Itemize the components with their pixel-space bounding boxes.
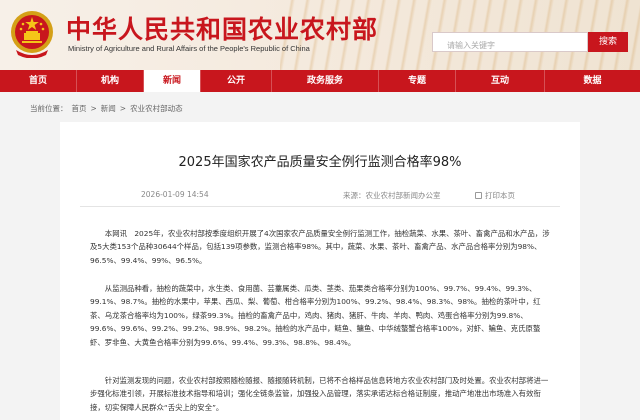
search-button[interactable]: 搜索: [588, 32, 628, 52]
nav-item-government-services[interactable]: 政务服务: [272, 70, 378, 92]
nav-item-news[interactable]: 新闻: [144, 70, 200, 92]
site-subtitle: Ministry of Agriculture and Rural Affair…: [68, 44, 310, 53]
publish-date: 2026-01-09 14:54: [141, 190, 209, 199]
article-meta: 2026-01-09 14:54 来源：农业农村部新闻办公室 打印本页: [60, 190, 580, 206]
article-paragraph: 针对监测发现的问题，农业农村部按照随检随报、随报随转机制，已将不合格样品信息转地…: [90, 376, 549, 412]
source-label: 来源：: [343, 191, 366, 200]
nav-item-institutions[interactable]: 机构: [77, 70, 143, 92]
nav-item-data[interactable]: 数据: [545, 70, 640, 92]
article-title: 2025年国家农产品质量安全例行监测合格率98%: [178, 155, 462, 170]
article-paragraph: 从监测品种看，抽检的蔬菜中，水生类、食用菌、芸薹属类、瓜类、茎类、茄果类合格率分…: [90, 284, 541, 347]
article-panel: 2025年国家农产品质量安全例行监测合格率98% 2026-01-09 14:5…: [60, 122, 580, 420]
source-name: 农业农村部新闻办公室: [365, 191, 441, 200]
national-emblem-icon[interactable]: [8, 8, 56, 58]
search-input[interactable]: [433, 36, 587, 55]
search-box: [432, 32, 588, 55]
breadcrumb-ministry-news[interactable]: 农业农村部动态: [130, 104, 183, 113]
site-title: 中华人民共和国农业农村部: [66, 15, 379, 44]
breadcrumb-home[interactable]: 首页: [72, 104, 87, 113]
article-source: 来源：农业农村部新闻办公室: [343, 190, 441, 201]
nav-item-topics[interactable]: 专题: [379, 70, 455, 92]
nav-item-home[interactable]: 首页: [0, 70, 76, 92]
breadcrumb-separator: >: [90, 104, 97, 113]
breadcrumb-separator: >: [119, 104, 127, 113]
breadcrumb-label: 当前位置：: [30, 104, 68, 113]
nav-item-public[interactable]: 公开: [201, 70, 271, 92]
print-page-link[interactable]: 打印本页: [475, 190, 515, 201]
print-page-label: 打印本页: [485, 191, 515, 200]
breadcrumb-news[interactable]: 新闻: [101, 104, 116, 113]
site-header: 中华人民共和国农业农村部 Ministry of Agriculture and…: [0, 0, 640, 70]
breadcrumb: 当前位置： 首页 > 新闻 > 农业农村部动态: [30, 103, 187, 114]
meta-divider: [80, 206, 560, 207]
main-nav: 首页 机构 新闻 公开 政务服务 专题 互动 数据: [0, 70, 640, 92]
print-icon: [475, 192, 482, 199]
article-paragraph: 本网讯 2025年，农业农村部按季度组织开展了4次国家农产品质量安全例行监测工作…: [90, 229, 550, 265]
nav-item-interaction[interactable]: 互动: [456, 70, 544, 92]
